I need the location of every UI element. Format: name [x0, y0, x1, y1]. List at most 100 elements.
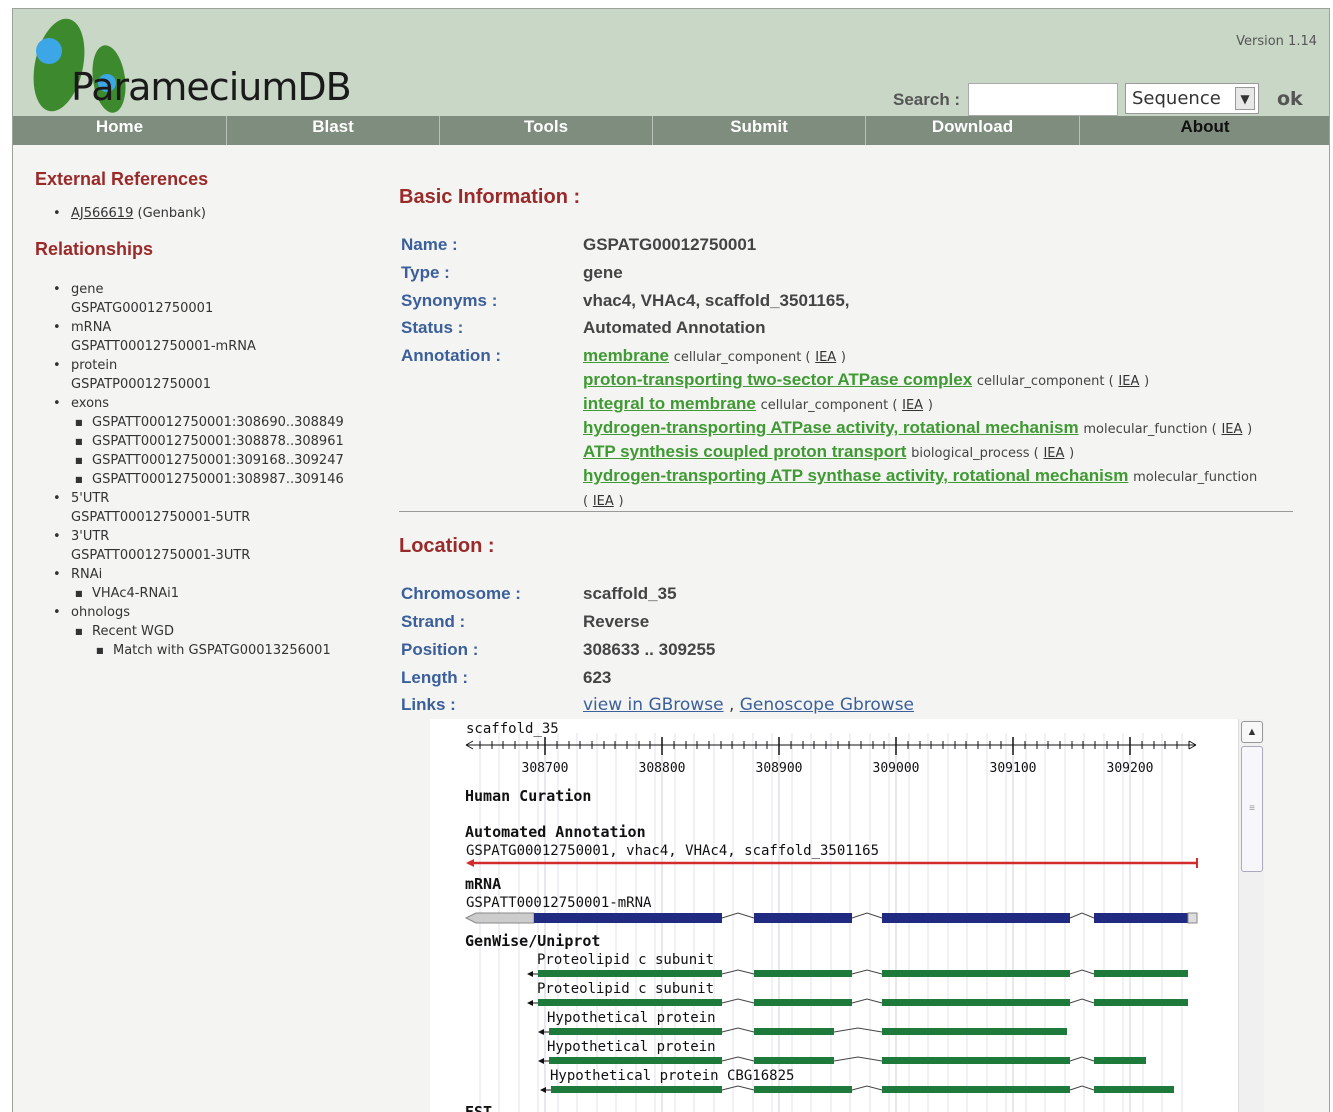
gbrowse-link[interactable]: view in GBrowse [583, 695, 724, 715]
rel-rnai-value[interactable]: VHAc4-RNAi1 [35, 584, 385, 603]
evidence-link[interactable]: IEA [1118, 374, 1139, 389]
rel-exon-item[interactable]: GSPATT00012750001:308690..308849 [35, 413, 385, 432]
evidence-link[interactable]: IEA [902, 398, 923, 413]
gbrowse-scrollbar[interactable]: ▲ ≡ [1238, 719, 1264, 1112]
go-term-link[interactable]: membrane [583, 346, 669, 365]
version-label: Version 1.14 [1236, 34, 1317, 49]
rel-gene-link[interactable]: GSPATG00012750001 [35, 299, 385, 318]
go-term-link[interactable]: hydrogen-transporting ATP synthase activ… [583, 466, 1128, 485]
genewise-feature[interactable]: Hypothetical protein CBG16825 [540, 1068, 1174, 1093]
links-row: view in GBrowse , Genoscope Gbrowse [583, 695, 914, 715]
external-references-heading: External References [35, 169, 209, 189]
search-input[interactable] [968, 83, 1118, 116]
genewise-feature-label: Hypothetical protein [547, 1039, 716, 1055]
go-category: biological_process ( [911, 446, 1039, 461]
rel-exon-item[interactable]: GSPATT00012750001:309168..309247 [35, 451, 385, 470]
nav-submit[interactable]: Submit [653, 116, 866, 145]
gbrowse-panel[interactable]: scaffold_35 308700 308800 308900 309000 … [430, 719, 1264, 1112]
nav-about[interactable]: About [1080, 116, 1329, 145]
rel-exon-item[interactable]: GSPATT00012750001:308987..309146 [35, 470, 385, 489]
genewise-feature[interactable]: Hypothetical protein [538, 1039, 1146, 1064]
go-term-link[interactable]: hydrogen-transporting ATPase activity, r… [583, 418, 1079, 437]
name-label: Name : [401, 235, 458, 254]
scroll-thumb[interactable]: ≡ [1241, 746, 1263, 872]
external-references-list: AJ566619 (Genbank) [35, 204, 385, 223]
position-label: Position : [401, 640, 479, 659]
annotation-label: Annotation : [401, 346, 502, 365]
chromosome-value: scaffold_35 [583, 584, 677, 603]
rel-5utr-label: 5'UTR [35, 489, 385, 508]
site-name[interactable]: ParameciumDB [71, 65, 352, 109]
mrna-feature[interactable] [464, 912, 1198, 924]
list-item: membrane cellular_component ( IEA ) [583, 345, 1293, 369]
relationships-heading: Relationships [35, 239, 154, 259]
paren-close: ) [840, 350, 846, 365]
go-category: molecular_function ( [1083, 422, 1217, 437]
go-category: cellular_component ( [673, 350, 811, 365]
rel-3utr-value[interactable]: GSPATT00012750001-3UTR [35, 546, 385, 565]
track-title-genewise: GenWise/Uniprot [465, 932, 600, 950]
search-ok-button[interactable]: ok [1277, 88, 1303, 110]
genewise-feature-label: Proteolipid c subunit [537, 981, 714, 997]
list-item: ( IEA ) [583, 489, 1293, 513]
synonyms-label: Synonyms : [401, 291, 498, 310]
nav-tools[interactable]: Tools [440, 116, 653, 145]
gbrowse-track-image: scaffold_35 308700 308800 308900 309000 … [464, 721, 1198, 1112]
go-term-link[interactable]: integral to membrane [583, 394, 756, 413]
main-nav: Home Blast Tools Submit Download About [13, 116, 1329, 145]
go-category: molecular_function [1133, 470, 1258, 485]
paren-close: ) [618, 494, 624, 509]
chevron-down-icon[interactable]: ▼ [1235, 87, 1255, 110]
nav-download[interactable]: Download [866, 116, 1080, 145]
rel-gene-label: gene [35, 280, 385, 299]
genewise-feature[interactable]: Proteolipid c subunit [527, 981, 1188, 1006]
genewise-feature[interactable]: Proteolipid c subunit [527, 952, 1188, 977]
rel-protein-value[interactable]: GSPATP00012750001 [35, 375, 385, 394]
annotation-list: membrane cellular_component ( IEA ) prot… [583, 345, 1293, 513]
go-term-link[interactable]: proton-transporting two-sector ATPase co… [583, 370, 972, 389]
location-heading: Location : [399, 535, 495, 557]
length-label: Length : [401, 668, 469, 687]
rel-recent-wgd: Recent WGD [35, 622, 385, 641]
scroll-up-icon[interactable]: ▲ [1241, 721, 1263, 743]
evidence-link[interactable]: IEA [1043, 446, 1064, 461]
paren-close: ) [927, 398, 933, 413]
genewise-feature[interactable]: Hypothetical protein [538, 1010, 1067, 1035]
ruler-tick-label: 309200 [1107, 761, 1154, 776]
sidebar: External References AJ566619 (Genbank) R… [35, 169, 385, 660]
nav-blast[interactable]: Blast [227, 116, 440, 145]
rel-3utr-label: 3'UTR [35, 527, 385, 546]
length-value: 623 [583, 668, 612, 687]
list-item: hydrogen-transporting ATPase activity, r… [583, 417, 1293, 441]
rel-mrna-value[interactable]: GSPATT00012750001-mRNA [35, 337, 385, 356]
evidence-link[interactable]: IEA [815, 350, 836, 365]
strand-label: Strand : [401, 612, 466, 631]
genbank-source: (Genbank) [137, 206, 206, 221]
list-item: ATP synthesis coupled proton transport b… [583, 441, 1293, 465]
genoscope-gbrowse-link[interactable]: Genoscope Gbrowse [740, 695, 914, 715]
track-title-human-curation: Human Curation [465, 787, 591, 805]
mrna-feature-label: GSPATT00012750001-mRNA [466, 895, 652, 911]
go-term-link[interactable]: ATP synthesis coupled proton transport [583, 442, 906, 461]
rel-ohnolog-match[interactable]: Match with GSPATG00013256001 [35, 641, 385, 660]
rel-5utr-value[interactable]: GSPATT00012750001-5UTR [35, 508, 385, 527]
search-type-value: Sequence [1132, 88, 1221, 109]
ruler-tick-label: 308800 [639, 761, 686, 776]
relationships-list: gene GSPATG00012750001 mRNA GSPATT000127… [35, 280, 385, 660]
search-type-select[interactable]: Sequence ▼ [1125, 83, 1259, 114]
ruler-scaffold-label: scaffold_35 [466, 721, 559, 737]
evidence-link[interactable]: IEA [1221, 422, 1242, 437]
rel-exon-item[interactable]: GSPATT00012750001:308878..308961 [35, 432, 385, 451]
rel-exons-label: exons [35, 394, 385, 413]
ruler-tick-label: 309000 [873, 761, 920, 776]
status-label: Status : [401, 318, 464, 337]
section-divider [399, 511, 1293, 512]
paren-close: ) [1144, 374, 1150, 389]
header: ParameciumDB Version 1.14 Search : Seque… [13, 9, 1329, 116]
search-label: Search : [893, 90, 961, 109]
genbank-link[interactable]: AJ566619 [71, 206, 133, 221]
chromosome-label: Chromosome : [401, 584, 521, 603]
nav-home[interactable]: Home [13, 116, 227, 145]
evidence-link[interactable]: IEA [593, 494, 614, 509]
genewise-feature-label: Proteolipid c subunit [537, 952, 714, 968]
